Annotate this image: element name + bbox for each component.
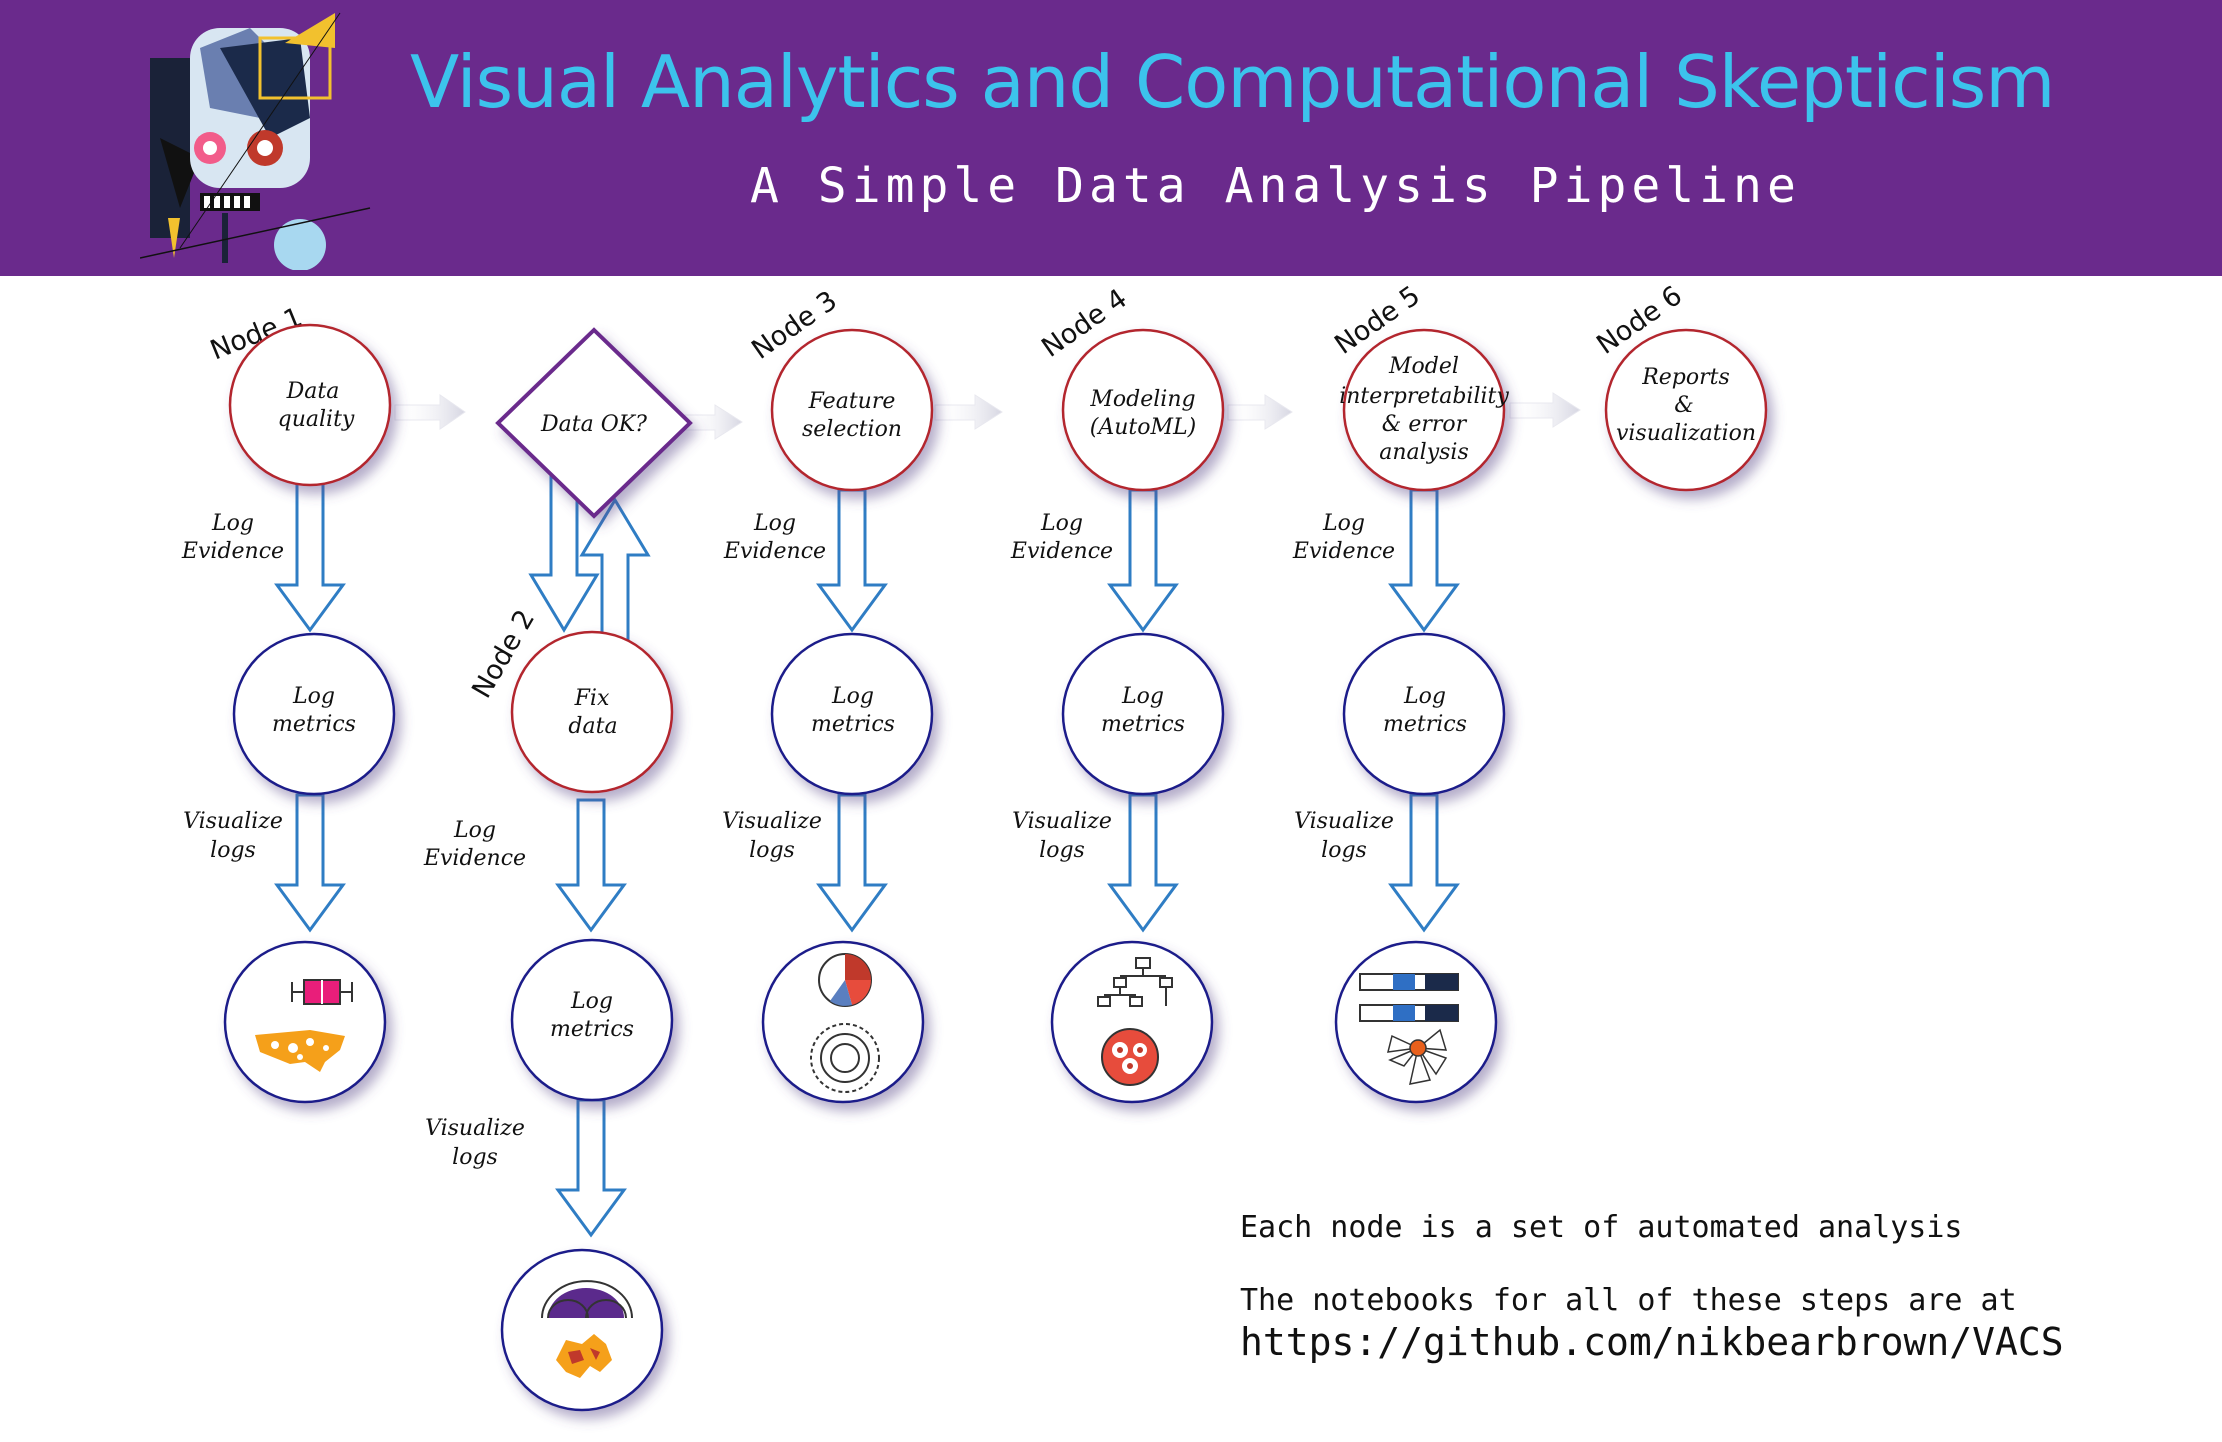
log-metrics-4: Log metrics: [1061, 632, 1225, 796]
log-metrics-4-line2: metrics: [1101, 712, 1185, 737]
down-arrow-n4-a: [1107, 488, 1179, 633]
viz-circle-1: [223, 940, 387, 1104]
visualize-5-line2: logs: [1321, 838, 1367, 863]
log-metrics-5-line1: Log: [1403, 684, 1446, 709]
node-5-line1: Model: [1388, 354, 1459, 379]
visualize-5-line1: Visualize: [1294, 809, 1394, 834]
node-2: Node 2 Fix data: [466, 605, 674, 794]
down-arrow-n4-b: [1107, 793, 1179, 933]
log-metrics-1-line1: Log: [292, 684, 335, 709]
log-metrics-4-line1: Log: [1121, 684, 1164, 709]
log-evidence-3-line1: Log: [753, 511, 796, 536]
log-evidence-1-line2: Evidence: [181, 539, 284, 564]
bubble-pack-icon: [1101, 1028, 1159, 1086]
log-metrics-5: Log metrics: [1342, 632, 1506, 796]
log-evidence-4-line1: Log: [1040, 511, 1083, 536]
log-evidence-2-line2: Evidence: [423, 846, 526, 871]
node-3-line1: Feature: [808, 389, 896, 414]
log-metrics-1: Log metrics: [232, 632, 396, 796]
node-6-line3: visualization: [1616, 421, 1756, 446]
viz-circle-2: [500, 1248, 664, 1412]
node-6-line2: &: [1674, 393, 1694, 418]
visualize-4-line1: Visualize: [1012, 809, 1112, 834]
node-5-line3: & error: [1382, 412, 1468, 437]
node-3-line2: selection: [802, 417, 902, 442]
node-4-line1: Modeling: [1089, 387, 1195, 412]
node-3: Node 3 Feature selection: [746, 285, 934, 492]
log-evidence-1-line1: Log: [211, 511, 254, 536]
log-metrics-2-line1: Log: [570, 989, 613, 1014]
down-arrow-n5-b: [1388, 793, 1460, 933]
pie-chart-icon: [818, 953, 872, 1007]
log-metrics-2: Log metrics: [510, 938, 674, 1102]
node-5: Node 5 Model interpretability & error an…: [1329, 280, 1509, 492]
decision-label: Data OK?: [540, 412, 647, 437]
flow-arrow-2: [684, 404, 743, 440]
node-5-line2: interpretability: [1339, 384, 1509, 409]
log-metrics-2-line2: metrics: [550, 1017, 634, 1042]
flow-arrow-3: [934, 394, 1003, 430]
decision-diamond: Data OK?: [495, 327, 693, 519]
log-evidence-5-line2: Evidence: [1292, 539, 1395, 564]
viz-circle-3: [761, 940, 925, 1104]
log-metrics-3-line1: Log: [831, 684, 874, 709]
visualize-1-line1: Visualize: [183, 809, 283, 834]
down-arrow-n2-b: [555, 798, 627, 933]
note-notebooks: The notebooks for all of these steps are…: [1240, 1283, 2017, 1318]
up-arrow-n2: [579, 497, 651, 647]
log-metrics-3-line2: metrics: [811, 712, 895, 737]
visualize-1-line2: logs: [210, 838, 256, 863]
log-evidence-2-line1: Log: [453, 818, 496, 843]
node-2-line1: Fix: [574, 686, 610, 711]
down-arrow-n2-c: [555, 1098, 627, 1238]
visualize-2-line2: logs: [452, 1145, 498, 1170]
log-evidence-5-line1: Log: [1322, 511, 1365, 536]
node-1-line1: Data: [286, 379, 340, 404]
down-arrow-n1-a: [274, 478, 346, 633]
visualize-4-line2: logs: [1039, 838, 1085, 863]
visualize-2-line1: Visualize: [425, 1116, 525, 1141]
viz-circle-5: [1334, 940, 1498, 1104]
node-1-line2: quality: [278, 407, 355, 432]
node-2-line2: data: [568, 714, 617, 739]
log-evidence-4-line2: Evidence: [1010, 539, 1113, 564]
node-6: Node 6 Reports & visualization: [1591, 280, 1768, 492]
flow-arrow-1: [394, 394, 466, 430]
log-evidence-3-line2: Evidence: [723, 539, 826, 564]
log-metrics-3: Log metrics: [770, 632, 934, 796]
node-4-line2: (AutoML): [1090, 415, 1196, 440]
node-5-line4: analysis: [1379, 440, 1468, 465]
node-1: Node 1 Data quality: [206, 302, 392, 487]
log-metrics-1-line2: metrics: [272, 712, 356, 737]
down-arrow-n3-a: [816, 488, 888, 633]
down-arrow-n1-b: [274, 793, 346, 933]
github-link[interactable]: https://github.com/nikbearbrown/VACS: [1240, 1320, 2064, 1364]
node-6-line1: Reports: [1641, 365, 1730, 390]
note-automated: Each node is a set of automated analysis: [1240, 1210, 1963, 1245]
down-arrow-n5-a: [1388, 488, 1460, 633]
flow-arrow-4: [1227, 394, 1293, 430]
visualize-3-line1: Visualize: [722, 809, 822, 834]
log-metrics-5-line2: metrics: [1383, 712, 1467, 737]
visualize-3-line2: logs: [749, 838, 795, 863]
flow-arrow-5: [1509, 392, 1581, 428]
down-arrow-n3-b: [816, 793, 888, 933]
node-4: Node 4 Modeling (AutoML): [1036, 283, 1225, 492]
viz-circle-4: [1050, 940, 1214, 1104]
